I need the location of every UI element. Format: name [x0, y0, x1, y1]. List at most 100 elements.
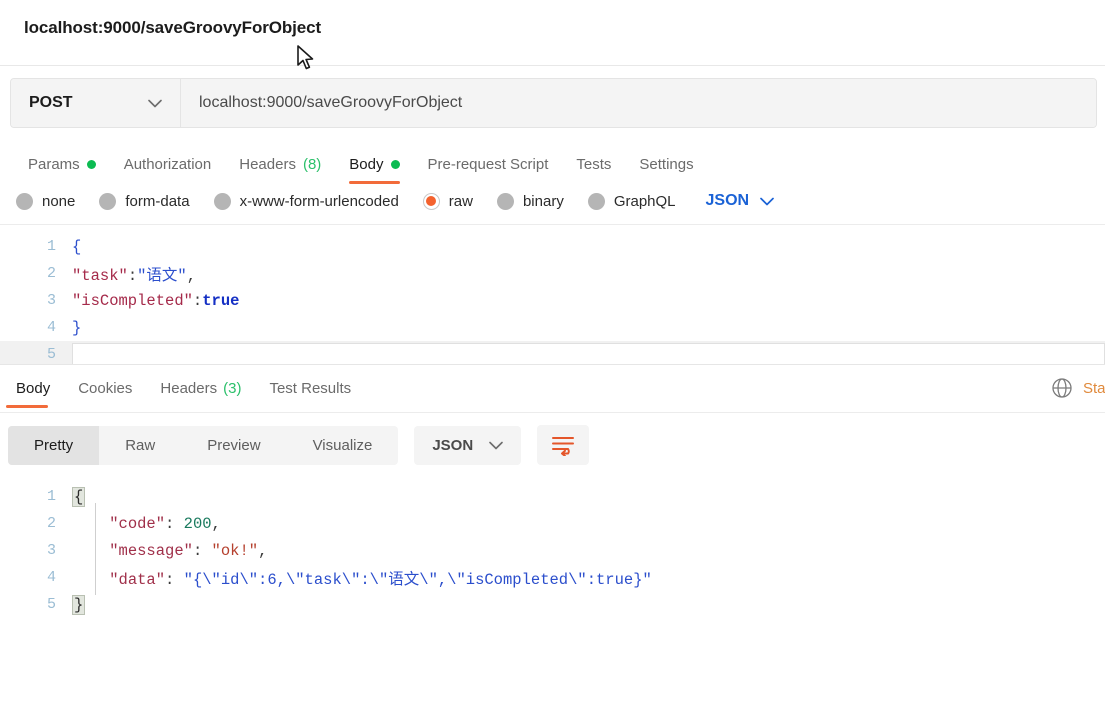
body-type-form-data-label: form-data: [125, 192, 190, 210]
response-tab-cookies[interactable]: Cookies: [64, 365, 146, 413]
tab-headers[interactable]: Headers (8): [225, 156, 335, 184]
body-type-raw-label: raw: [448, 192, 473, 210]
line-number: 1: [46, 238, 56, 255]
params-modified-dot-icon: [86, 160, 96, 169]
body-type-raw[interactable]: raw: [422, 192, 473, 210]
view-mode-visualize[interactable]: Visualize: [287, 426, 399, 465]
http-method-select[interactable]: POST: [11, 79, 181, 127]
tab-authorization-label: Authorization: [123, 156, 212, 173]
line-number: 4: [46, 569, 56, 586]
request-code-line: 4 }: [0, 314, 1105, 341]
response-code-line: 2 "code": 200,: [0, 510, 1105, 537]
response-code-text: "message": "ok!",: [109, 541, 268, 560]
line-number: 2: [46, 265, 56, 282]
response-trail: ,: [258, 541, 268, 560]
response-key: "message": [109, 541, 193, 560]
response-code-line: 5 }: [0, 591, 1105, 618]
request-format-select[interactable]: JSON: [706, 192, 775, 210]
body-type-binary-label: binary: [522, 192, 564, 210]
wrap-lines-icon: [552, 437, 575, 456]
response-code-text: }: [72, 594, 86, 615]
tab-params-label: Params: [28, 156, 80, 173]
body-type-x-www-form-urlencoded-label: x-www-form-urlencoded: [239, 192, 399, 210]
response-view-toolbar: Pretty Raw Preview Visualize JSON: [0, 413, 1105, 477]
response-tab-headers-label: Headers: [160, 380, 218, 397]
active-line-highlight: [72, 343, 1105, 364]
chevron-down-icon: [489, 441, 503, 449]
response-status-area: Sta: [1051, 377, 1105, 399]
view-mode-preview[interactable]: Preview: [181, 426, 286, 465]
request-code-line: 2 "task":"语文",: [0, 260, 1105, 287]
tab-body[interactable]: Body: [335, 156, 413, 184]
line-number: 1: [46, 488, 56, 505]
chevron-down-icon: [760, 197, 774, 205]
body-type-graphql[interactable]: GraphQL: [587, 192, 676, 210]
request-url-bar-container: POST localhost:9000/saveGroovyForObject: [0, 66, 1105, 140]
body-type-binary[interactable]: binary: [496, 192, 564, 210]
response-code-line: 3 "message": "ok!",: [0, 537, 1105, 564]
line-number: 5: [46, 346, 56, 363]
window-title-bar: localhost:9000/saveGroovyForObject: [0, 0, 1105, 70]
body-type-radio-group: none form-data x-www-form-urlencoded raw…: [0, 184, 1105, 225]
tab-authorization[interactable]: Authorization: [110, 156, 226, 184]
tab-settings[interactable]: Settings: [625, 156, 707, 184]
body-type-none[interactable]: none: [16, 192, 76, 210]
radio-graphql-icon[interactable]: [587, 192, 605, 210]
view-mode-pretty[interactable]: Pretty: [8, 425, 100, 465]
brace-fold-connector: [95, 503, 96, 595]
tab-pre-request-script[interactable]: Pre-request Script: [414, 156, 563, 184]
tab-headers-label: Headers: [239, 156, 296, 173]
tab-body-label: Body: [349, 156, 384, 173]
radio-raw-icon[interactable]: [422, 192, 440, 210]
line-number: 4: [46, 319, 56, 336]
radio-none-icon[interactable]: [16, 192, 33, 210]
http-method-label: POST: [29, 94, 73, 111]
body-type-form-data[interactable]: form-data: [99, 192, 190, 210]
response-value: "ok!": [211, 541, 259, 560]
response-value: 200: [183, 514, 212, 533]
body-modified-dot-icon: [390, 160, 400, 169]
response-format-label: JSON: [432, 436, 474, 454]
body-type-none-label: none: [42, 192, 76, 210]
tab-params[interactable]: Params: [14, 156, 110, 184]
response-code-text: {: [72, 486, 86, 507]
request-tabs: Params Authorization Headers (8) Body Pr…: [0, 140, 1105, 184]
response-view-mode-group: Pretty Raw Preview Visualize: [8, 425, 399, 465]
url-input[interactable]: localhost:9000/saveGroovyForObject: [181, 79, 1096, 127]
response-code-line: 4 "data": "{\"id\":6,\"task\":\"语文\",\"i…: [0, 564, 1105, 591]
globe-icon[interactable]: [1051, 377, 1073, 399]
request-code-line: 3 "isCompleted":true: [0, 287, 1105, 314]
response-code-line: 1 {: [0, 483, 1105, 510]
response-tab-cookies-label: Cookies: [78, 380, 133, 397]
line-number: 3: [46, 542, 56, 559]
response-tab-headers[interactable]: Headers (3): [146, 365, 255, 413]
line-number: 5: [46, 596, 56, 613]
response-tab-test-results[interactable]: Test Results: [255, 365, 365, 413]
radio-x-www-form-urlencoded-icon[interactable]: [213, 192, 231, 210]
radio-binary-icon[interactable]: [496, 192, 514, 210]
response-tab-body-label: Body: [16, 380, 51, 397]
view-mode-raw[interactable]: Raw: [99, 426, 181, 465]
request-code-text: "task":"语文",: [72, 266, 197, 285]
body-type-x-www-form-urlencoded[interactable]: x-www-form-urlencoded: [213, 192, 399, 210]
response-body-editor[interactable]: 1 { 2 "code": 200, 3 "message": "ok!", 4…: [0, 477, 1105, 618]
tab-tests-label: Tests: [576, 156, 612, 173]
response-format-select[interactable]: JSON: [414, 425, 522, 465]
tab-tests[interactable]: Tests: [562, 156, 625, 184]
request-code-line: 1 {: [0, 233, 1105, 260]
line-number: 2: [46, 515, 56, 532]
response-tab-test-results-label: Test Results: [269, 380, 352, 397]
request-url-bar: POST localhost:9000/saveGroovyForObject: [10, 78, 1097, 128]
response-tab-body[interactable]: Body: [2, 365, 64, 413]
tab-pre-request-script-label: Pre-request Script: [427, 156, 549, 173]
request-code-text: {: [72, 237, 82, 256]
body-type-graphql-label: GraphQL: [613, 192, 676, 210]
request-body-editor[interactable]: 1 { 2 "task":"语文", 3 "isCompleted":true …: [0, 225, 1105, 365]
response-tabs: Body Cookies Headers (3) Test Results St…: [0, 365, 1105, 413]
line-number: 3: [46, 292, 56, 309]
page-title: localhost:9000/saveGroovyForObject: [24, 18, 322, 37]
response-key: "data": [109, 570, 166, 589]
wrap-lines-button[interactable]: [537, 425, 590, 465]
request-code-text: "isCompleted":true: [72, 291, 240, 310]
radio-form-data-icon[interactable]: [99, 192, 117, 210]
